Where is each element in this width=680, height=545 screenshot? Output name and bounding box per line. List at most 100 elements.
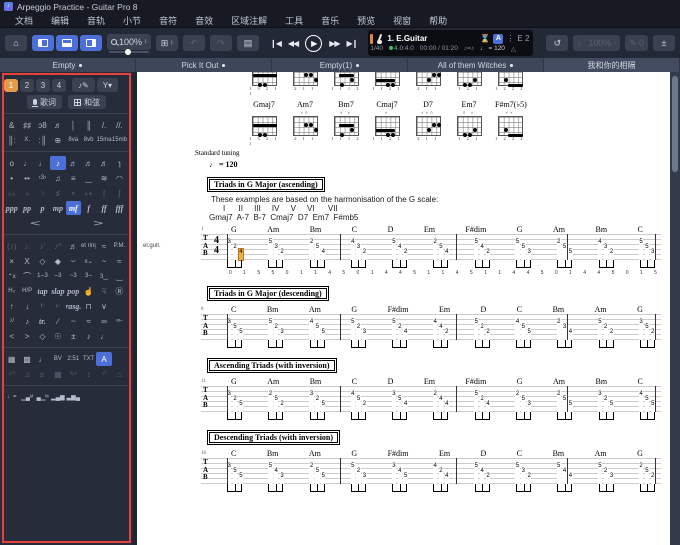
volume-bars-icon[interactable]: ▂▄▆ bbox=[50, 390, 65, 404]
print-button[interactable]: ▤ bbox=[237, 35, 260, 51]
dynamic-fff-icon[interactable]: fff bbox=[112, 201, 127, 215]
timer-marker-icon[interactable]: 2:51 bbox=[66, 352, 81, 366]
slur-icon[interactable]: ⌣ bbox=[66, 254, 81, 268]
slide-from-icon[interactable]: 3⌣ bbox=[81, 269, 96, 283]
fretboard-diagram-tool-icon[interactable]: ▩ bbox=[19, 352, 34, 366]
pitch-button[interactable]: ✎ 0 bbox=[625, 35, 648, 51]
instrument-bars-icon[interactable]: ▃▆▄ bbox=[66, 390, 81, 404]
dynamic-ppp-icon[interactable]: ppp bbox=[4, 201, 19, 215]
undo-button[interactable]: ↶ bbox=[183, 35, 206, 51]
golpe-icon[interactable]: ☉ bbox=[50, 329, 65, 343]
menu-item-0[interactable]: 文档 bbox=[6, 14, 42, 27]
slide-to-icon[interactable]: ⌣3 bbox=[50, 269, 65, 283]
chord-button[interactable]: 和弦 bbox=[68, 95, 106, 109]
play-button[interactable]: ▶ bbox=[305, 34, 323, 52]
view-horizontal-button[interactable] bbox=[56, 35, 78, 51]
eighth-note-icon[interactable]: ♪ bbox=[50, 156, 66, 170]
ring-marker-icon[interactable]: Ⓡ bbox=[112, 284, 127, 298]
rest-icon[interactable]: ɿ bbox=[112, 156, 127, 170]
hourglass-icon[interactable]: ⌛ bbox=[480, 34, 490, 43]
sixty-fourth-note-icon[interactable]: ♬ bbox=[96, 156, 111, 170]
strum-up-icon[interactable]: ↑ bbox=[4, 299, 19, 313]
dynamic-mf-icon[interactable]: mf bbox=[65, 201, 81, 215]
tab-0[interactable]: Empty bbox=[0, 58, 136, 72]
menu-item-5[interactable]: 音效 bbox=[186, 14, 222, 27]
beam-notes-icon[interactable]: ♫ bbox=[50, 171, 65, 185]
close-repeat-icon[interactable]: :║ bbox=[35, 133, 50, 147]
palm-mute-icon[interactable]: P.M. bbox=[112, 239, 127, 253]
voice-button-3[interactable]: 3 bbox=[36, 78, 50, 92]
repeat-bar-icon[interactable]: /. bbox=[96, 118, 111, 132]
dynamic-pp-icon[interactable]: pp bbox=[19, 201, 34, 215]
pop-icon[interactable]: pop bbox=[66, 284, 81, 298]
stem-down-note-icon[interactable]: ♩ bbox=[96, 329, 111, 343]
pick-position-icon[interactable]: ± bbox=[66, 329, 81, 343]
double-sharp-icon[interactable]: × bbox=[66, 186, 81, 200]
menu-item-9[interactable]: 预览 bbox=[348, 14, 384, 27]
menu-item-7[interactable]: 工具 bbox=[276, 14, 312, 27]
heavy-dead-note-icon[interactable]: X bbox=[19, 254, 34, 268]
menu-item-6[interactable]: 区域注解 bbox=[222, 14, 276, 27]
augmentation-dot-icon[interactable]: • bbox=[4, 171, 19, 185]
flag-note-icon[interactable]: ♪ᶠ bbox=[96, 367, 111, 381]
metronome-icon[interactable]: △ bbox=[511, 45, 516, 53]
repeat-previous-icon[interactable]: ∞ bbox=[96, 314, 111, 328]
tremolo-icon[interactable]: ≡ bbox=[66, 171, 81, 185]
note-group-icon[interactable]: ♬ bbox=[35, 367, 50, 381]
slide-accidental-icon[interactable]: ʃ bbox=[112, 186, 127, 200]
wide-vibrato-icon[interactable]: ≈ bbox=[112, 254, 127, 268]
voice-button-2[interactable]: 2 bbox=[20, 78, 34, 92]
bv-marker-icon[interactable]: BV bbox=[50, 352, 65, 366]
fermata-icon[interactable]: ◠ bbox=[112, 171, 127, 185]
note-pair-icon[interactable]: ♫ bbox=[19, 367, 34, 381]
quindicesima-bassa-icon[interactable]: 15mb bbox=[112, 133, 127, 147]
grace-on-beat-icon[interactable]: ♪ bbox=[19, 314, 34, 328]
voice-button-1[interactable]: 1 bbox=[4, 78, 18, 92]
accent-mark-icon[interactable]: < bbox=[4, 329, 19, 343]
bend-icon[interactable]: ⌃x bbox=[4, 269, 19, 283]
skip-end-button[interactable]: ▶❙ bbox=[347, 39, 359, 48]
trill-icon[interactable]: tr. bbox=[35, 314, 50, 328]
left-hand-tap-icon[interactable]: ☝ bbox=[81, 284, 96, 298]
bridge-tool-icon[interactable]: ⌂ bbox=[112, 367, 127, 381]
tie-three-icon[interactable]: 3‿ bbox=[96, 269, 111, 283]
lyrics-button[interactable]: 歌词 bbox=[27, 95, 62, 109]
relative-tempo-button[interactable]: ♩ 100% ↕ bbox=[573, 35, 621, 51]
view-vertical-button[interactable] bbox=[32, 35, 54, 51]
menu-item-11[interactable]: 帮助 bbox=[420, 14, 456, 27]
double-barline-icon[interactable]: ║ bbox=[81, 118, 96, 132]
treble-clef-icon[interactable]: & bbox=[4, 118, 19, 132]
slide-shift-icon[interactable]: ∕ bbox=[50, 314, 65, 328]
skip-start-button[interactable]: ❙◀ bbox=[270, 39, 282, 48]
clef-ottava-icon[interactable]: ɔ8 bbox=[35, 118, 50, 132]
home-button[interactable]: ⌂ bbox=[5, 35, 27, 51]
tuplet-icon[interactable]: ‹3› bbox=[35, 171, 50, 185]
tab-2[interactable]: Empty(1) bbox=[272, 58, 408, 72]
voice-button-4[interactable]: 4 bbox=[52, 78, 66, 92]
section-letter-icon[interactable]: A bbox=[96, 352, 112, 366]
score-page[interactable]: 1 3 2 1 1×○2 1 1× ×1 1 1 2×1 1 2 1××○2 1… bbox=[137, 72, 670, 545]
tie-icon[interactable]: ‿ bbox=[81, 171, 96, 185]
redo-button[interactable]: ↷ bbox=[210, 35, 233, 51]
more-options-icon[interactable]: ⋮ bbox=[506, 34, 514, 43]
automation-bars-icon[interactable]: ▄▁ᴹ bbox=[35, 390, 50, 404]
staccato-icon[interactable]: ♪. bbox=[19, 239, 34, 253]
arpeggio-up-icon[interactable]: ↑· bbox=[35, 299, 50, 313]
tab-4[interactable]: 我和你的相隔 bbox=[544, 58, 680, 72]
mordent-icon[interactable]: ~ bbox=[66, 314, 81, 328]
quindicesima-alta-icon[interactable]: 15ma bbox=[96, 133, 112, 147]
track-panel[interactable]: 1. E.Guitar ⌛ A ⋮ E 2 1/40 4.0:4.0 00:00… bbox=[368, 30, 534, 56]
zoom-control[interactable]: 100% ↕ bbox=[107, 33, 152, 50]
master-bars-icon[interactable]: ▁▄ᴹ bbox=[19, 390, 34, 404]
quarter-flat-icon[interactable]: ♭+ bbox=[81, 186, 96, 200]
right-hand-tap-icon[interactable]: ☟ bbox=[96, 284, 111, 298]
menu-item-8[interactable]: 音乐 bbox=[312, 14, 348, 27]
coda-icon[interactable]: ⊕ bbox=[50, 133, 65, 147]
dynamic-f-icon[interactable]: f bbox=[81, 201, 96, 215]
repeat-two-bars-icon[interactable]: //. bbox=[112, 118, 127, 132]
scrollbar-thumb[interactable] bbox=[672, 76, 678, 172]
rewind-button[interactable]: ◀◀ bbox=[288, 39, 299, 48]
tab-1[interactable]: Pick It Out bbox=[136, 58, 272, 72]
loop-button[interactable]: ↺ bbox=[546, 35, 569, 51]
legato-slide-icon[interactable]: 1⌣3 bbox=[35, 269, 50, 283]
